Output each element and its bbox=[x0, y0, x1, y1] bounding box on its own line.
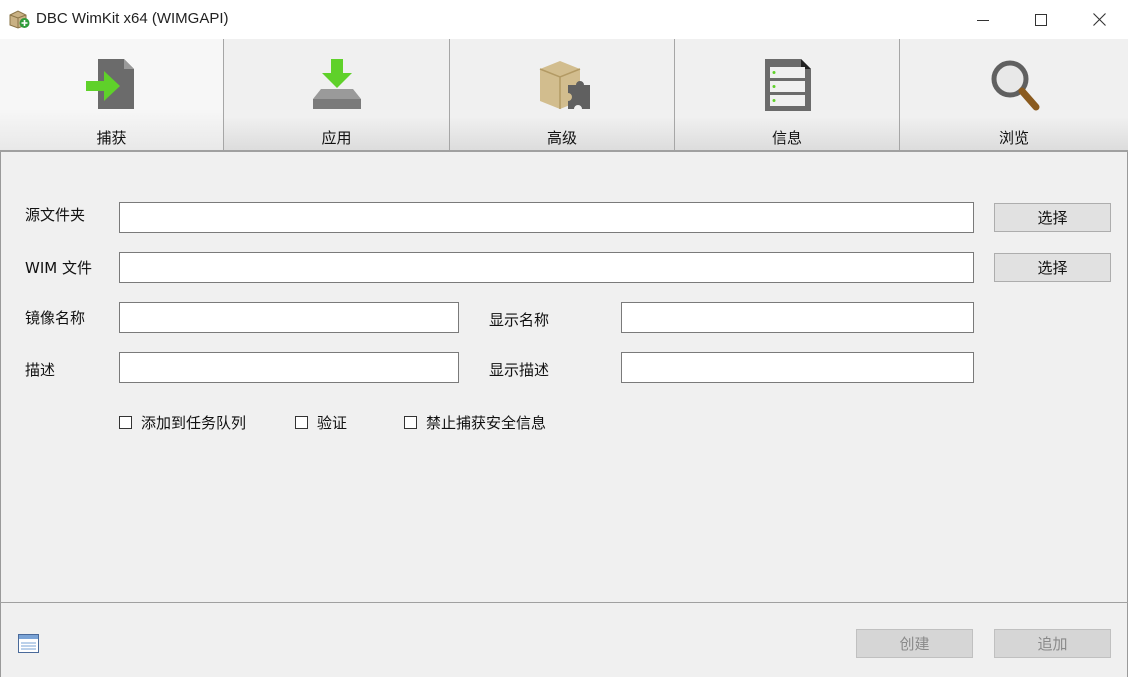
select-wim-button[interactable]: 选择 bbox=[994, 253, 1111, 282]
tab-info-label: 信息 bbox=[771, 129, 802, 147]
add-to-queue-checkbox-box[interactable] bbox=[119, 416, 132, 429]
no-security-info-checkbox-box[interactable] bbox=[404, 416, 417, 429]
source-folder-input[interactable] bbox=[119, 202, 974, 233]
verify-label: 验证 bbox=[317, 414, 348, 432]
description-input[interactable] bbox=[119, 352, 459, 383]
display-name-label: 显示名称 bbox=[489, 311, 550, 329]
display-name-input[interactable] bbox=[621, 302, 974, 333]
create-button[interactable]: 创建 bbox=[856, 629, 973, 658]
image-name-input[interactable] bbox=[119, 302, 459, 333]
wim-file-label: WIM 文件 bbox=[25, 259, 92, 277]
close-icon bbox=[1092, 13, 1106, 26]
display-description-input[interactable] bbox=[621, 352, 974, 383]
advanced-icon bbox=[534, 55, 594, 115]
append-button[interactable]: 追加 bbox=[994, 629, 1111, 658]
wim-file-input[interactable] bbox=[119, 252, 974, 283]
minimize-icon bbox=[977, 19, 989, 21]
select-source-button[interactable]: 选择 bbox=[994, 203, 1111, 232]
tab-apply-label: 应用 bbox=[321, 129, 352, 147]
verify-checkbox[interactable]: 验证 bbox=[295, 412, 347, 433]
browse-icon bbox=[986, 55, 1042, 115]
main-toolbar: 捕获 应用 高级 信息 浏览 bbox=[0, 39, 1128, 151]
apply-icon bbox=[309, 55, 365, 115]
info-icon bbox=[759, 55, 815, 115]
add-to-queue-label: 添加到任务队列 bbox=[141, 414, 247, 432]
window-title: DBC WimKit x64 (WIMGAPI) bbox=[36, 10, 229, 27]
app-box-icon bbox=[9, 9, 31, 29]
verify-checkbox-box[interactable] bbox=[295, 416, 308, 429]
no-security-info-label: 禁止捕获安全信息 bbox=[426, 414, 547, 432]
maximize-button[interactable] bbox=[1012, 0, 1070, 39]
tab-info[interactable]: 信息 bbox=[675, 39, 900, 150]
tab-advanced[interactable]: 高级 bbox=[450, 39, 675, 150]
tab-advanced-label: 高级 bbox=[546, 129, 577, 147]
capture-icon bbox=[84, 55, 140, 115]
close-button[interactable] bbox=[1070, 0, 1128, 39]
display-description-label: 显示描述 bbox=[489, 361, 550, 379]
image-name-label: 镜像名称 bbox=[25, 309, 86, 327]
add-to-queue-checkbox[interactable]: 添加到任务队列 bbox=[119, 412, 246, 433]
source-folder-label: 源文件夹 bbox=[25, 206, 86, 224]
tab-apply[interactable]: 应用 bbox=[224, 39, 450, 150]
minimize-button[interactable] bbox=[954, 0, 1012, 39]
status-divider bbox=[0, 602, 1128, 603]
toolbar-divider bbox=[0, 150, 1128, 152]
tab-browse-label: 浏览 bbox=[998, 129, 1029, 147]
title-bar: DBC WimKit x64 (WIMGAPI) bbox=[0, 0, 1128, 39]
tab-capture-label: 捕获 bbox=[96, 129, 127, 147]
description-label: 描述 bbox=[25, 361, 56, 379]
maximize-icon bbox=[1035, 13, 1047, 26]
tab-capture[interactable]: 捕获 bbox=[0, 39, 224, 150]
no-security-info-checkbox[interactable]: 禁止捕获安全信息 bbox=[404, 412, 546, 433]
task-list-icon[interactable] bbox=[18, 634, 39, 653]
tab-browse[interactable]: 浏览 bbox=[900, 39, 1128, 150]
